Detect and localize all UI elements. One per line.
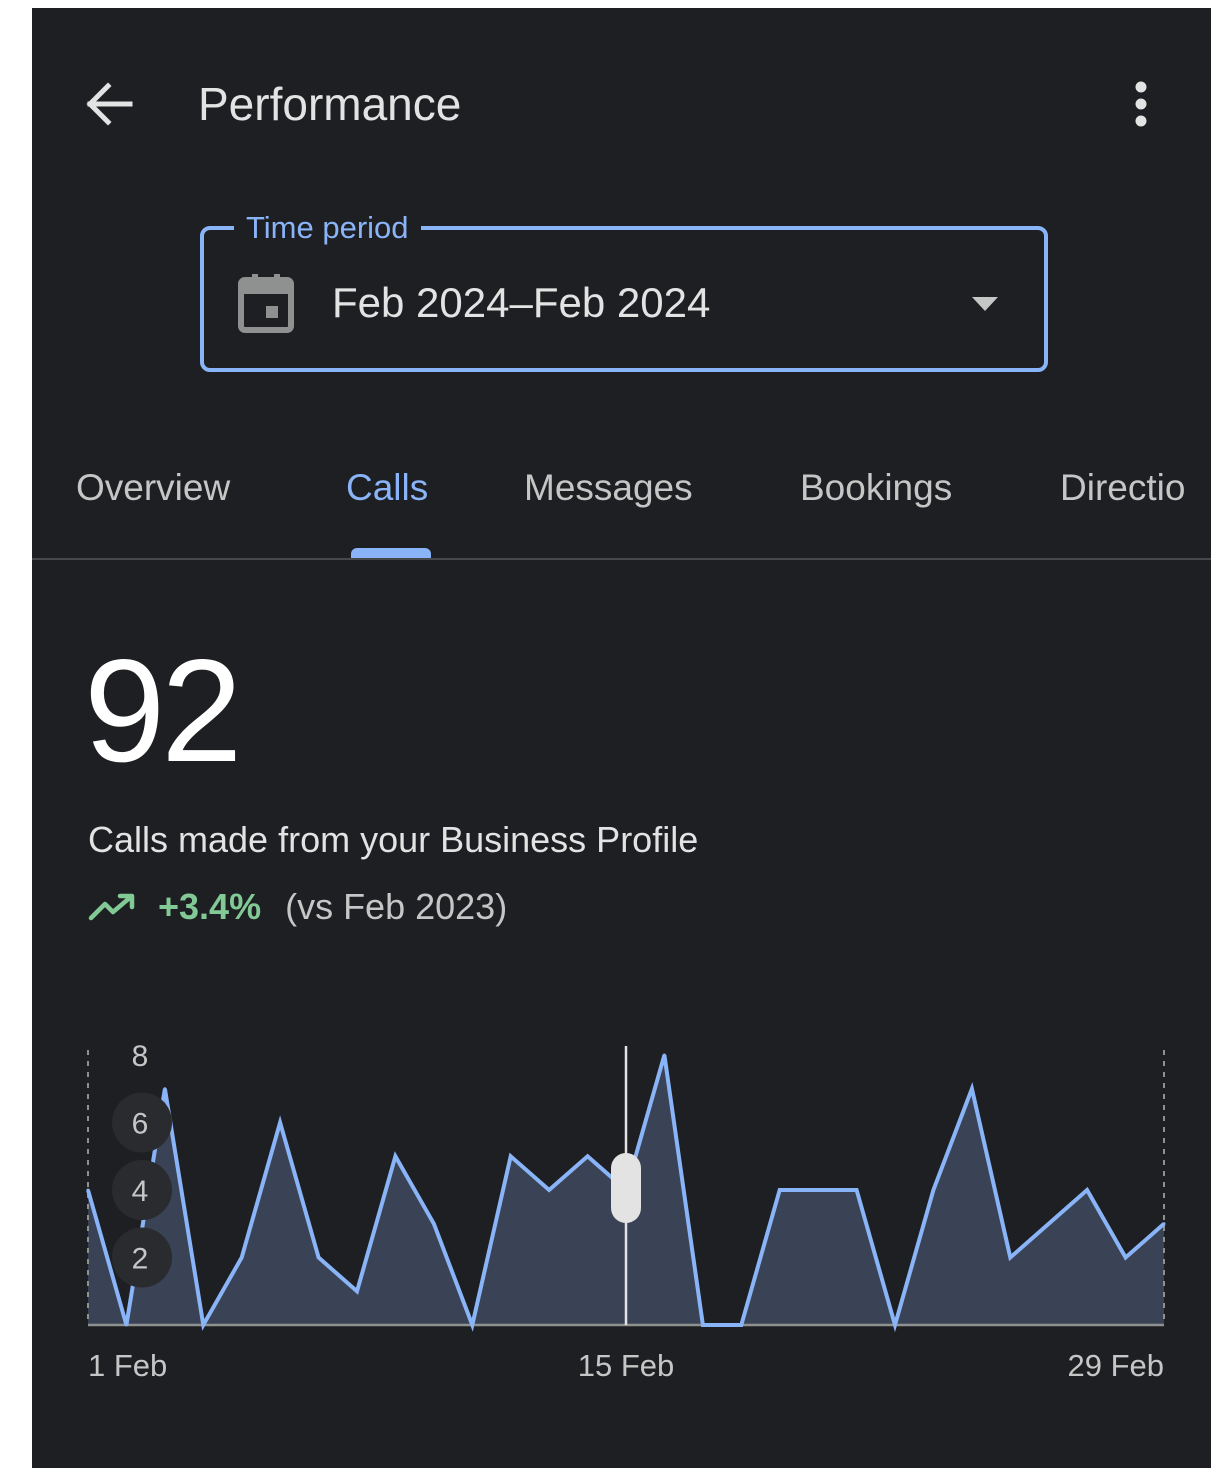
time-period-dropdown[interactable]: Time period Feb 2024–Feb 2024 (200, 208, 1048, 372)
chart-point (1124, 1256, 1128, 1259)
x-tick-label: 29 Feb (1067, 1348, 1164, 1383)
time-period-label: Time period (234, 208, 421, 248)
chart-point (355, 1289, 359, 1293)
trending-up-icon (88, 893, 135, 921)
tab-directions[interactable]: Directio (1060, 466, 1185, 510)
trend-row: +3.4% (vs Feb 2023) (88, 884, 507, 930)
y-tick-label: 2 (132, 1243, 149, 1276)
x-tick-label: 1 Feb (88, 1348, 167, 1383)
chart-point (240, 1256, 244, 1259)
chart-point (547, 1188, 551, 1192)
chart-point (893, 1323, 897, 1327)
chart-point (778, 1188, 782, 1192)
more-vert-icon (1135, 81, 1147, 127)
back-button[interactable] (80, 74, 140, 134)
tab-calls[interactable]: Calls (346, 466, 428, 510)
y-tick-label: 6 (132, 1108, 149, 1141)
chart-point (1085, 1188, 1089, 1192)
more-options-button[interactable] (1116, 74, 1166, 134)
time-period-value: Feb 2024–Feb 2024 (332, 279, 711, 326)
chart-point (931, 1188, 935, 1192)
chart-point (970, 1087, 974, 1091)
tab-bar: Overview Calls Messages Bookings Directi… (32, 448, 1211, 560)
calendar-icon (238, 274, 294, 333)
y-tick-label: 4 (132, 1175, 149, 1208)
chart-point (163, 1087, 167, 1091)
active-tab-indicator (351, 548, 431, 558)
page-title: Performance (198, 78, 462, 130)
y-tick-label: 8 (132, 1040, 149, 1073)
chart-point (317, 1256, 321, 1259)
chart-point (816, 1188, 820, 1192)
tab-overview[interactable]: Overview (76, 466, 230, 510)
trend-comparison: (vs Feb 2023) (285, 886, 508, 927)
chart-point (1047, 1222, 1051, 1226)
chart-point (586, 1154, 590, 1158)
performance-screen: Performance Time period Feb 2024–Feb 202… (32, 8, 1211, 1468)
chart-point (662, 1053, 666, 1057)
chart-point (739, 1323, 743, 1327)
chart-point (509, 1154, 513, 1158)
chart-point (855, 1188, 859, 1192)
tab-bookings[interactable]: Bookings (800, 466, 952, 510)
calls-total: 92 (84, 629, 242, 792)
chart-point (1008, 1256, 1012, 1259)
chart-point (432, 1222, 436, 1226)
chart-point (278, 1121, 282, 1124)
arrow-back-icon (86, 82, 133, 126)
chart-point (701, 1323, 705, 1327)
dropdown-arrow-icon (972, 297, 998, 311)
chart-point (124, 1323, 128, 1327)
calls-chart[interactable]: 8 6 4 2 1 Feb 15 Feb 29 Feb (32, 1018, 1211, 1418)
trend-percentage: +3.4% (158, 886, 262, 927)
scrubber-handle[interactable] (611, 1153, 641, 1223)
chart-point (393, 1154, 397, 1158)
metric-description: Calls made from your Business Profile (88, 819, 699, 860)
tab-messages[interactable]: Messages (524, 466, 693, 510)
chart-point (86, 1188, 90, 1192)
chart-point (470, 1323, 474, 1327)
chart-point (1162, 1222, 1166, 1226)
chart-point (201, 1323, 205, 1327)
x-tick-label: 15 Feb (578, 1348, 675, 1383)
